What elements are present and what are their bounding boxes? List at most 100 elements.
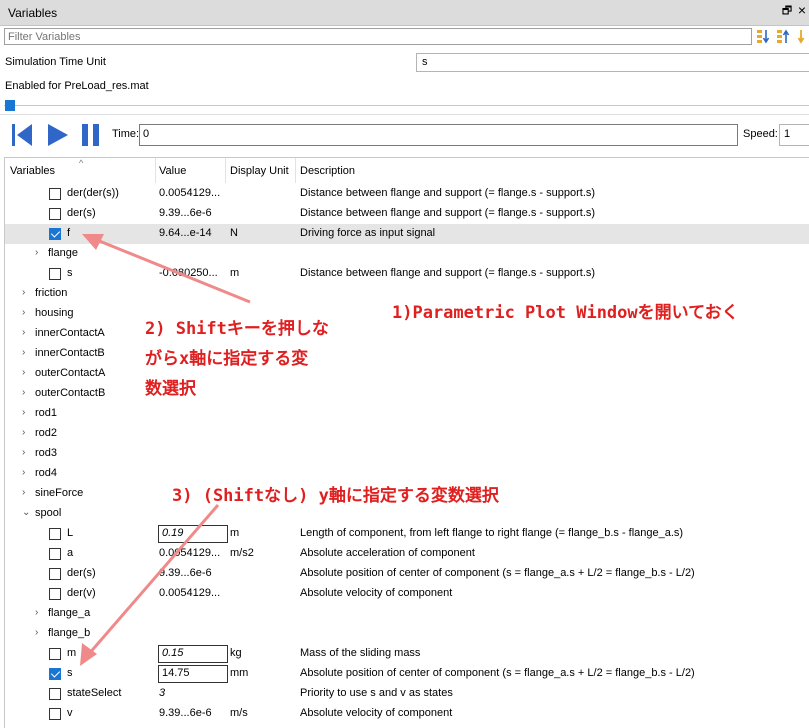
rewind-icon[interactable]: [10, 122, 34, 148]
variable-value: -0.080250...: [159, 267, 218, 279]
plot-checkbox[interactable]: [49, 668, 61, 680]
time-slider-thumb[interactable]: [5, 100, 15, 111]
display-unit[interactable]: kg: [230, 647, 242, 659]
table-row[interactable]: s -0.080250... m Distance between flange an…: [5, 264, 809, 284]
chevron-right-icon[interactable]: ›: [22, 467, 25, 478]
table-row[interactable]: der(s) 9.39...6e-6 Distance between flange…: [5, 204, 809, 224]
simulation-time-unit-label: Simulation Time Unit: [5, 56, 106, 68]
plot-checkbox[interactable]: [49, 588, 61, 600]
speed-select[interactable]: 1: [779, 124, 809, 146]
variable-name: flange_b: [48, 627, 91, 639]
plot-checkbox[interactable]: [49, 268, 61, 280]
variable-name: der(s): [67, 567, 96, 579]
display-unit[interactable]: m: [230, 527, 239, 539]
table-row[interactable]: s 14.75 mm Absolute position of center of c…: [5, 664, 809, 684]
chevron-down-icon[interactable]: ⌄: [22, 507, 30, 518]
chevron-right-icon[interactable]: ›: [35, 627, 38, 638]
variable-description: Distance between flange and support (= f…: [300, 207, 596, 219]
display-unit[interactable]: mm: [230, 667, 248, 679]
sort-ascending-icon[interactable]: [755, 28, 772, 45]
annotation-step1: 1)Parametric Plot Windowを開いておく: [392, 303, 739, 323]
chevron-right-icon[interactable]: ›: [22, 287, 25, 298]
chevron-right-icon[interactable]: ›: [22, 387, 25, 398]
variable-name: sineForce: [35, 487, 84, 499]
table-row[interactable]: › innerContactA: [5, 324, 809, 344]
table-row[interactable]: f 9.64...e-14 N Driving force as input sign…: [5, 224, 809, 244]
pause-icon[interactable]: [80, 122, 102, 148]
table-row[interactable]: › flange: [5, 244, 809, 264]
table-row[interactable]: L 0.19 m Length of component, from left fla…: [5, 524, 809, 544]
variable-name: rod2: [35, 427, 58, 439]
table-row[interactable]: m 0.15 kg Mass of the sliding mass: [5, 644, 809, 664]
value-input[interactable]: 14.75: [158, 665, 228, 683]
display-unit[interactable]: m/s2: [230, 547, 254, 559]
variable-name: f: [67, 227, 71, 239]
table-row[interactable]: › rod2: [5, 424, 809, 444]
time-slider-track[interactable]: [4, 105, 809, 106]
variable-name: s: [67, 267, 73, 279]
table-row[interactable]: der(s) 9.39...6e-6 Absolute position of ce…: [5, 564, 809, 584]
table-row[interactable]: › flange_a: [5, 604, 809, 624]
close-icon[interactable]: ×: [796, 3, 808, 17]
column-header-description[interactable]: Description: [300, 165, 355, 177]
chevron-right-icon[interactable]: ›: [22, 327, 25, 338]
chevron-right-icon[interactable]: ›: [22, 307, 25, 318]
value-input[interactable]: 0.15: [158, 645, 228, 663]
display-unit[interactable]: N: [230, 227, 238, 239]
display-unit[interactable]: m: [230, 267, 239, 279]
table-row[interactable]: › flange_b: [5, 624, 809, 644]
plot-checkbox[interactable]: [49, 208, 61, 220]
column-header-display-unit[interactable]: Display Unit: [230, 165, 289, 177]
chevron-right-icon[interactable]: ›: [22, 367, 25, 378]
chevron-right-icon[interactable]: ›: [22, 487, 25, 498]
variable-description: Distance between flange and support (= f…: [300, 187, 596, 199]
plot-checkbox[interactable]: [49, 688, 61, 700]
column-header-value[interactable]: Value: [159, 165, 186, 177]
variable-name: rod4: [35, 467, 58, 479]
simulation-time-unit-select[interactable]: s: [416, 53, 809, 72]
time-input[interactable]: 0: [139, 124, 738, 146]
plot-checkbox[interactable]: [49, 228, 61, 240]
variable-description: Mass of the sliding mass: [300, 647, 421, 659]
table-row[interactable]: a 0.0054129... m/s2 Absolute acceleration o…: [5, 544, 809, 564]
plot-checkbox[interactable]: [49, 708, 61, 720]
sort-alt-icon[interactable]: [795, 28, 809, 45]
variable-name: spool: [35, 507, 62, 519]
variable-name: L: [67, 527, 74, 539]
column-header-variables[interactable]: Variables: [10, 165, 55, 177]
table-row[interactable]: stateSelect 3 Priority to use s and v as s…: [5, 684, 809, 704]
table-row[interactable]: › outerContactB: [5, 384, 809, 404]
table-row[interactable]: der(der(s)) 0.0054129... Distance between …: [5, 184, 809, 204]
chevron-right-icon[interactable]: ›: [22, 347, 25, 358]
sort-descending-icon[interactable]: [775, 28, 792, 45]
play-icon[interactable]: [46, 122, 70, 148]
table-row[interactable]: ⌄ spool: [5, 504, 809, 524]
chevron-right-icon[interactable]: ›: [22, 427, 25, 438]
plot-checkbox[interactable]: [49, 568, 61, 580]
chevron-right-icon[interactable]: ›: [22, 407, 25, 418]
table-row[interactable]: › rod3: [5, 444, 809, 464]
table-row[interactable]: › innerContactB: [5, 344, 809, 364]
variable-value: 0.0054129...: [159, 547, 221, 559]
chevron-right-icon[interactable]: ›: [22, 447, 25, 458]
filter-variables-input[interactable]: [4, 28, 752, 45]
plot-checkbox[interactable]: [49, 548, 61, 560]
variable-description: Absolute position of center of component…: [300, 567, 695, 579]
chevron-right-icon[interactable]: ›: [35, 607, 38, 618]
variable-value: 3: [159, 687, 166, 699]
plot-checkbox[interactable]: [49, 648, 61, 660]
plot-checkbox[interactable]: [49, 188, 61, 200]
display-unit[interactable]: m/s: [230, 707, 248, 719]
value-input[interactable]: 0.19: [158, 525, 228, 543]
variable-name: a: [67, 547, 74, 559]
table-row[interactable]: der(v) 0.0054129... Absolute velocity of c…: [5, 584, 809, 604]
plot-checkbox[interactable]: [49, 528, 61, 540]
table-row[interactable]: › outerContactA: [5, 364, 809, 384]
variable-name: housing: [35, 307, 74, 319]
table-row[interactable]: v 9.39...6e-6 m/s Absolute velocity of comp…: [5, 704, 809, 724]
restore-icon[interactable]: 🗗: [781, 5, 793, 17]
variable-name: flange_a: [48, 607, 91, 619]
variable-name: innerContactA: [35, 327, 105, 339]
table-row[interactable]: › rod1: [5, 404, 809, 424]
chevron-right-icon[interactable]: ›: [35, 247, 38, 258]
